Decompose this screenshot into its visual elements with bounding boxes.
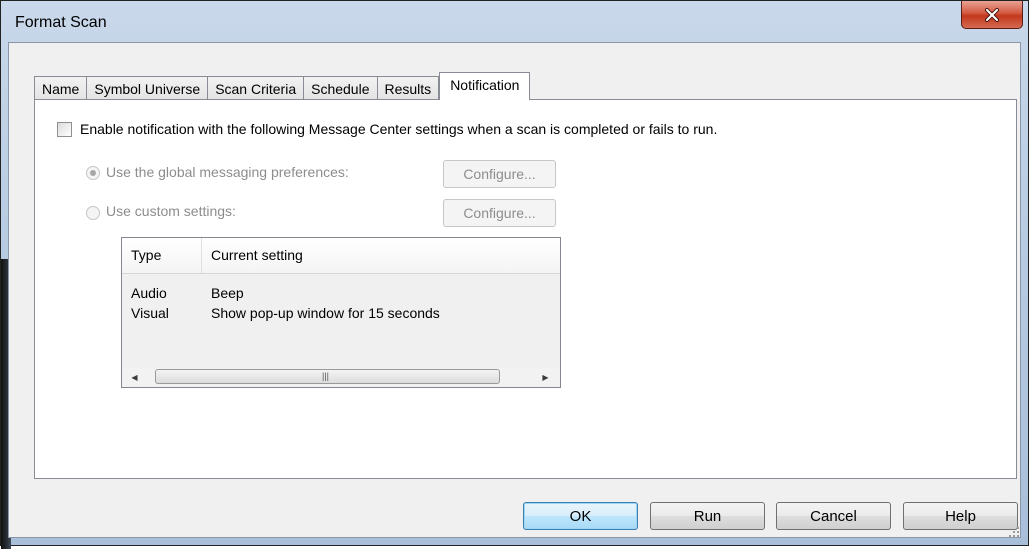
list-item-setting: Beep [211, 285, 244, 301]
tab-results[interactable]: Results [376, 76, 440, 100]
custom-settings-label: Use custom settings: [106, 203, 236, 219]
notification-settings-list[interactable]: Type Current setting Audio Beep Visual S… [121, 237, 561, 388]
list-item[interactable]: Visual Show pop-up window for 15 seconds [122, 304, 560, 324]
cancel-button[interactable]: Cancel [776, 502, 891, 530]
column-header-current-setting[interactable]: Current setting [202, 238, 560, 273]
tab-strip: Name Symbol Universe Scan Criteria Sched… [34, 72, 531, 100]
list-item-type: Audio [131, 285, 167, 301]
list-header: Type Current setting [122, 238, 560, 274]
ok-button[interactable]: OK [523, 502, 638, 530]
grip-icon: ||| [322, 371, 330, 381]
configure-custom-button[interactable]: Configure... [443, 199, 556, 227]
column-header-type[interactable]: Type [122, 238, 202, 273]
run-button[interactable]: Run [650, 502, 765, 530]
scroll-right-icon[interactable]: ▶ [537, 368, 554, 386]
window-title: Format Scan [15, 14, 107, 31]
list-item[interactable]: Audio Beep [122, 284, 560, 304]
tab-name[interactable]: Name [34, 76, 87, 100]
enable-notification-label: Enable notification with the following M… [80, 121, 718, 137]
global-preferences-label: Use the global messaging preferences: [106, 164, 349, 180]
tab-schedule[interactable]: Schedule [303, 76, 377, 100]
radio-selected-dot [90, 170, 96, 176]
scrollbar-thumb[interactable]: ||| [155, 369, 500, 384]
list-item-type: Visual [131, 305, 169, 321]
list-item-setting: Show pop-up window for 15 seconds [211, 305, 440, 321]
enable-notification-checkbox[interactable] [57, 122, 72, 137]
global-preferences-radio[interactable] [86, 166, 100, 180]
configure-global-button[interactable]: Configure... [443, 160, 556, 188]
help-button[interactable]: Help [903, 502, 1018, 530]
tab-notification[interactable]: Notification [439, 72, 531, 100]
horizontal-scrollbar[interactable]: ◀ ||| ▶ [122, 368, 560, 386]
scroll-left-icon[interactable]: ◀ [126, 368, 143, 386]
close-icon [985, 7, 999, 22]
custom-settings-radio[interactable] [86, 206, 100, 220]
close-button[interactable] [961, 1, 1023, 29]
resize-grip-icon[interactable] [1008, 526, 1020, 538]
tab-symbol-universe[interactable]: Symbol Universe [86, 76, 208, 100]
tab-scan-criteria[interactable]: Scan Criteria [207, 76, 304, 100]
